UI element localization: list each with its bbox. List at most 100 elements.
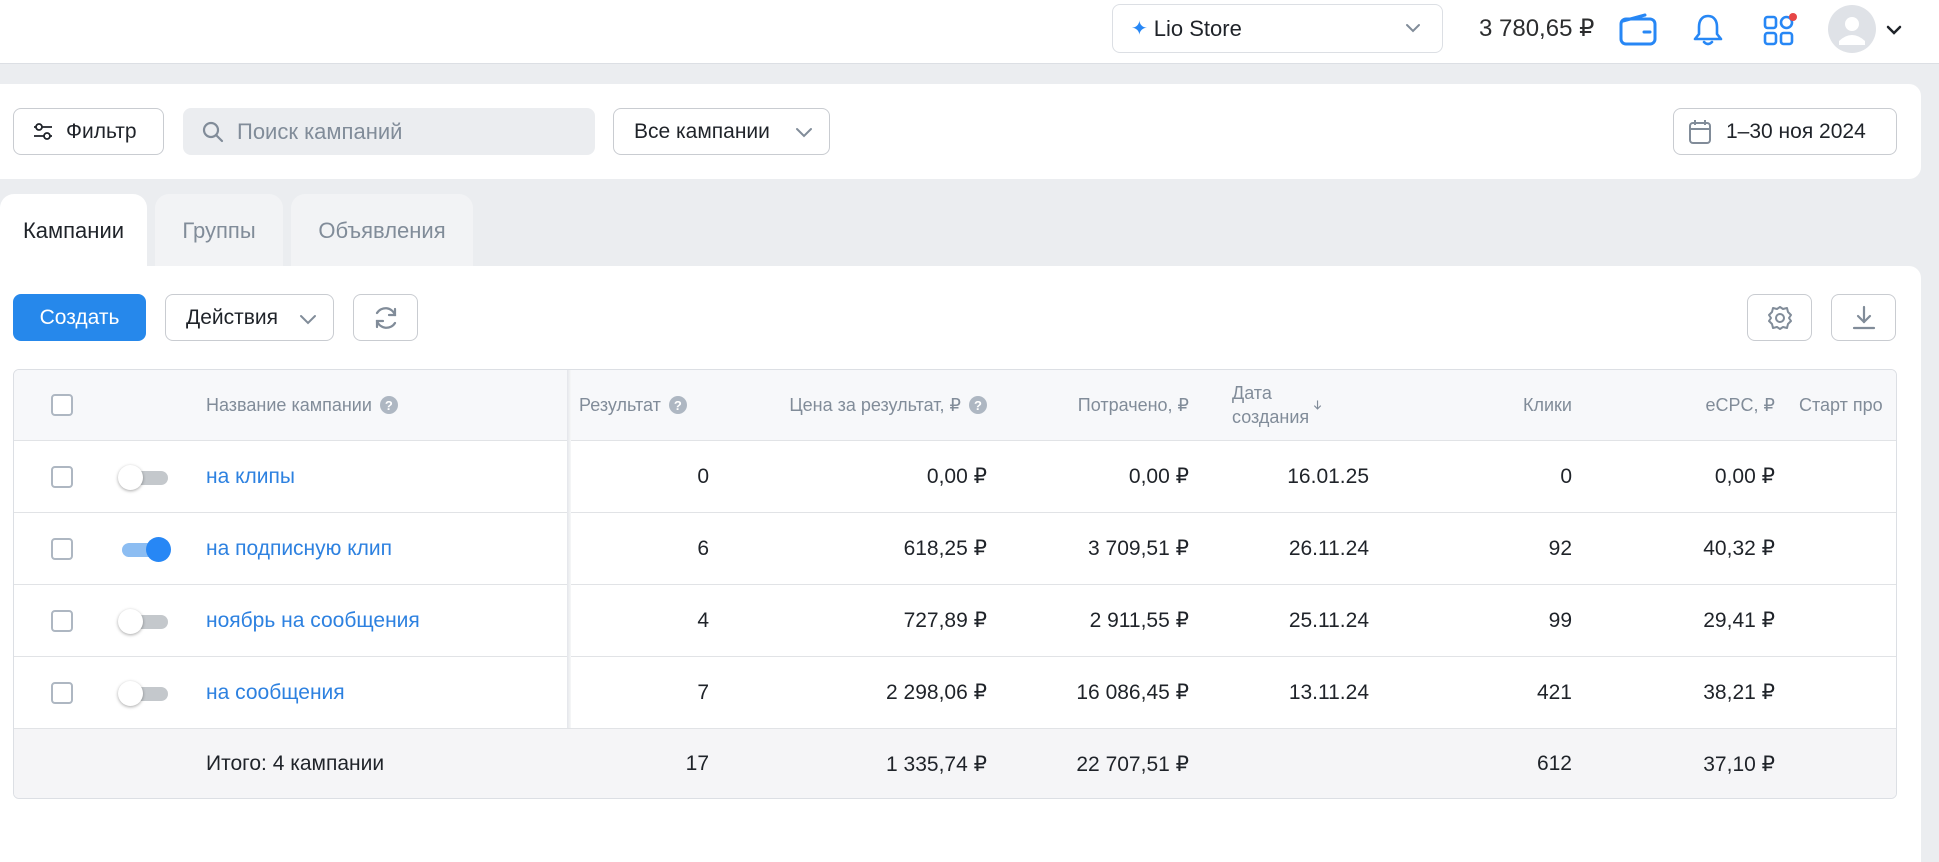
filter-label: Фильтр	[66, 119, 137, 143]
spent-value: 3 709,51 ₽	[1088, 537, 1189, 560]
download-button[interactable]	[1831, 294, 1896, 341]
table-row: на клипы 0 0,00 ₽ 0,00 ₽ 16.01.25 0 0,00…	[14, 441, 1896, 513]
column-header-result[interactable]: Результат?	[579, 370, 687, 440]
ecpc-value: 38,21 ₽	[1703, 681, 1775, 704]
actions-dropdown[interactable]: Действия	[165, 294, 334, 341]
store-name: Lio Store	[1153, 15, 1242, 41]
clicks-value: 421	[1536, 680, 1572, 704]
column-header-name[interactable]: Название кампании?	[206, 370, 398, 440]
campaign-name-link[interactable]: ноябрь на сообщения	[206, 585, 420, 656]
row-checkbox[interactable]	[51, 657, 73, 728]
date-header-text: Дата создания	[1232, 381, 1311, 429]
total-ecpc: 37,10 ₽	[1703, 752, 1775, 776]
price-value: 727,89 ₽	[903, 609, 987, 632]
tab-ads[interactable]: Объявления	[291, 194, 473, 267]
result-value: 6	[697, 536, 709, 560]
campaign-name-link[interactable]: на подписную клип	[206, 513, 392, 584]
row-checkbox[interactable]	[51, 513, 73, 584]
column-label: eCPC, ₽	[1705, 394, 1775, 415]
notification-dot	[1789, 13, 1797, 21]
tab-label: Объявления	[318, 217, 446, 243]
toggle-switch[interactable]	[118, 464, 168, 490]
ecpc-value: 40,32 ₽	[1703, 537, 1775, 560]
clicks-value: 99	[1548, 608, 1572, 632]
price-value: 2 298,06 ₽	[886, 681, 987, 704]
tab-campaigns[interactable]: Кампании	[0, 194, 147, 267]
campaigns-table: Название кампании? Результат? Цена за ре…	[13, 369, 1897, 799]
table-header-row: Название кампании? Результат? Цена за ре…	[14, 370, 1896, 441]
created-date: 26.11.24	[1288, 536, 1369, 560]
column-label: Клики	[1523, 394, 1572, 415]
refresh-button[interactable]	[353, 294, 418, 341]
apps-icon[interactable]	[1760, 10, 1800, 50]
result-value: 4	[697, 608, 709, 632]
result-value: 7	[697, 680, 709, 704]
wallet-icon[interactable]	[1618, 10, 1658, 50]
sort-arrow-down-icon	[1313, 400, 1322, 410]
create-button[interactable]: Создать	[13, 294, 146, 341]
row-checkbox[interactable]	[51, 585, 73, 656]
campaign-type-value: Все кампании	[634, 119, 770, 143]
ecpc-value: 29,41 ₽	[1703, 609, 1775, 632]
total-spent: 22 707,51 ₽	[1076, 752, 1189, 776]
chevron-down-icon	[796, 128, 812, 138]
result-value: 0	[697, 464, 709, 488]
calendar-icon	[1689, 119, 1711, 144]
tab-groups[interactable]: Группы	[155, 194, 283, 267]
chevron-down-icon	[300, 315, 316, 325]
date-range-picker[interactable]: 1–30 ноя 2024	[1673, 108, 1897, 155]
help-icon[interactable]: ?	[379, 396, 398, 414]
toggle-switch[interactable]	[118, 608, 168, 634]
select-all-checkbox[interactable]	[51, 370, 73, 440]
totals-label: Итого: 4 кампании	[206, 752, 385, 775]
column-header-start[interactable]: Старт про	[1799, 370, 1883, 440]
download-icon	[1852, 305, 1875, 329]
toggle-switch[interactable]	[118, 536, 171, 562]
created-date: 25.11.24	[1288, 608, 1369, 632]
sparkle-icon: ✦	[1131, 18, 1148, 40]
chevron-down-icon[interactable]	[1884, 20, 1904, 40]
column-label: Дата	[1232, 383, 1272, 403]
avatar[interactable]	[1828, 5, 1876, 53]
created-date: 13.11.24	[1288, 680, 1369, 704]
column-header-spent[interactable]: Потрачено, ₽	[974, 370, 1189, 440]
column-label: создания	[1232, 407, 1310, 427]
price-value: 0,00 ₽	[926, 465, 987, 488]
clicks-value: 92	[1548, 536, 1572, 560]
campaign-name-link[interactable]: на сообщения	[206, 657, 345, 728]
column-header-clicks[interactable]: Клики	[1394, 370, 1572, 440]
help-icon[interactable]: ?	[668, 396, 687, 414]
ecpc-value: 0,00 ₽	[1714, 465, 1775, 488]
column-header-date[interactable]: Дата создания	[1232, 370, 1322, 440]
settings-button[interactable]	[1747, 294, 1812, 341]
tab-label: Кампании	[22, 217, 125, 243]
created-date: 16.01.25	[1287, 464, 1369, 488]
campaign-name-link[interactable]: на клипы	[206, 441, 295, 512]
sliders-icon	[34, 122, 52, 140]
chevron-down-icon	[1406, 24, 1420, 33]
price-value: 618,25 ₽	[903, 537, 987, 560]
top-header: ✦ Lio Store 3 780,65 ₽	[0, 0, 1939, 64]
store-selector[interactable]: ✦ Lio Store	[1112, 4, 1443, 53]
column-header-ecpc[interactable]: eCPC, ₽	[1594, 370, 1775, 440]
filter-button[interactable]: Фильтр	[13, 108, 164, 155]
row-checkbox[interactable]	[51, 441, 73, 512]
settings-icon	[1767, 305, 1792, 330]
campaign-type-select[interactable]: Все кампании	[613, 108, 830, 155]
column-label: Результат	[579, 394, 661, 415]
refresh-icon	[375, 306, 396, 329]
search-icon	[202, 121, 224, 142]
column-header-price[interactable]: Цена за результат, ₽?	[714, 370, 987, 440]
toggle-switch[interactable]	[118, 680, 168, 706]
search-box[interactable]	[183, 108, 595, 155]
spent-value: 2 911,55 ₽	[1089, 609, 1189, 632]
spent-value: 0,00 ₽	[1128, 465, 1189, 488]
column-label: Потрачено, ₽	[1077, 394, 1189, 415]
account-balance[interactable]: 3 780,65 ₽	[1479, 14, 1594, 43]
avatar-icon	[1839, 17, 1865, 45]
spent-value: 16 086,45 ₽	[1076, 681, 1189, 704]
bell-icon[interactable]	[1688, 10, 1728, 50]
table-row: ноябрь на сообщения 4 727,89 ₽ 2 911,55 …	[14, 585, 1896, 657]
tab-label: Группы	[182, 217, 256, 243]
search-input[interactable]	[237, 118, 577, 145]
